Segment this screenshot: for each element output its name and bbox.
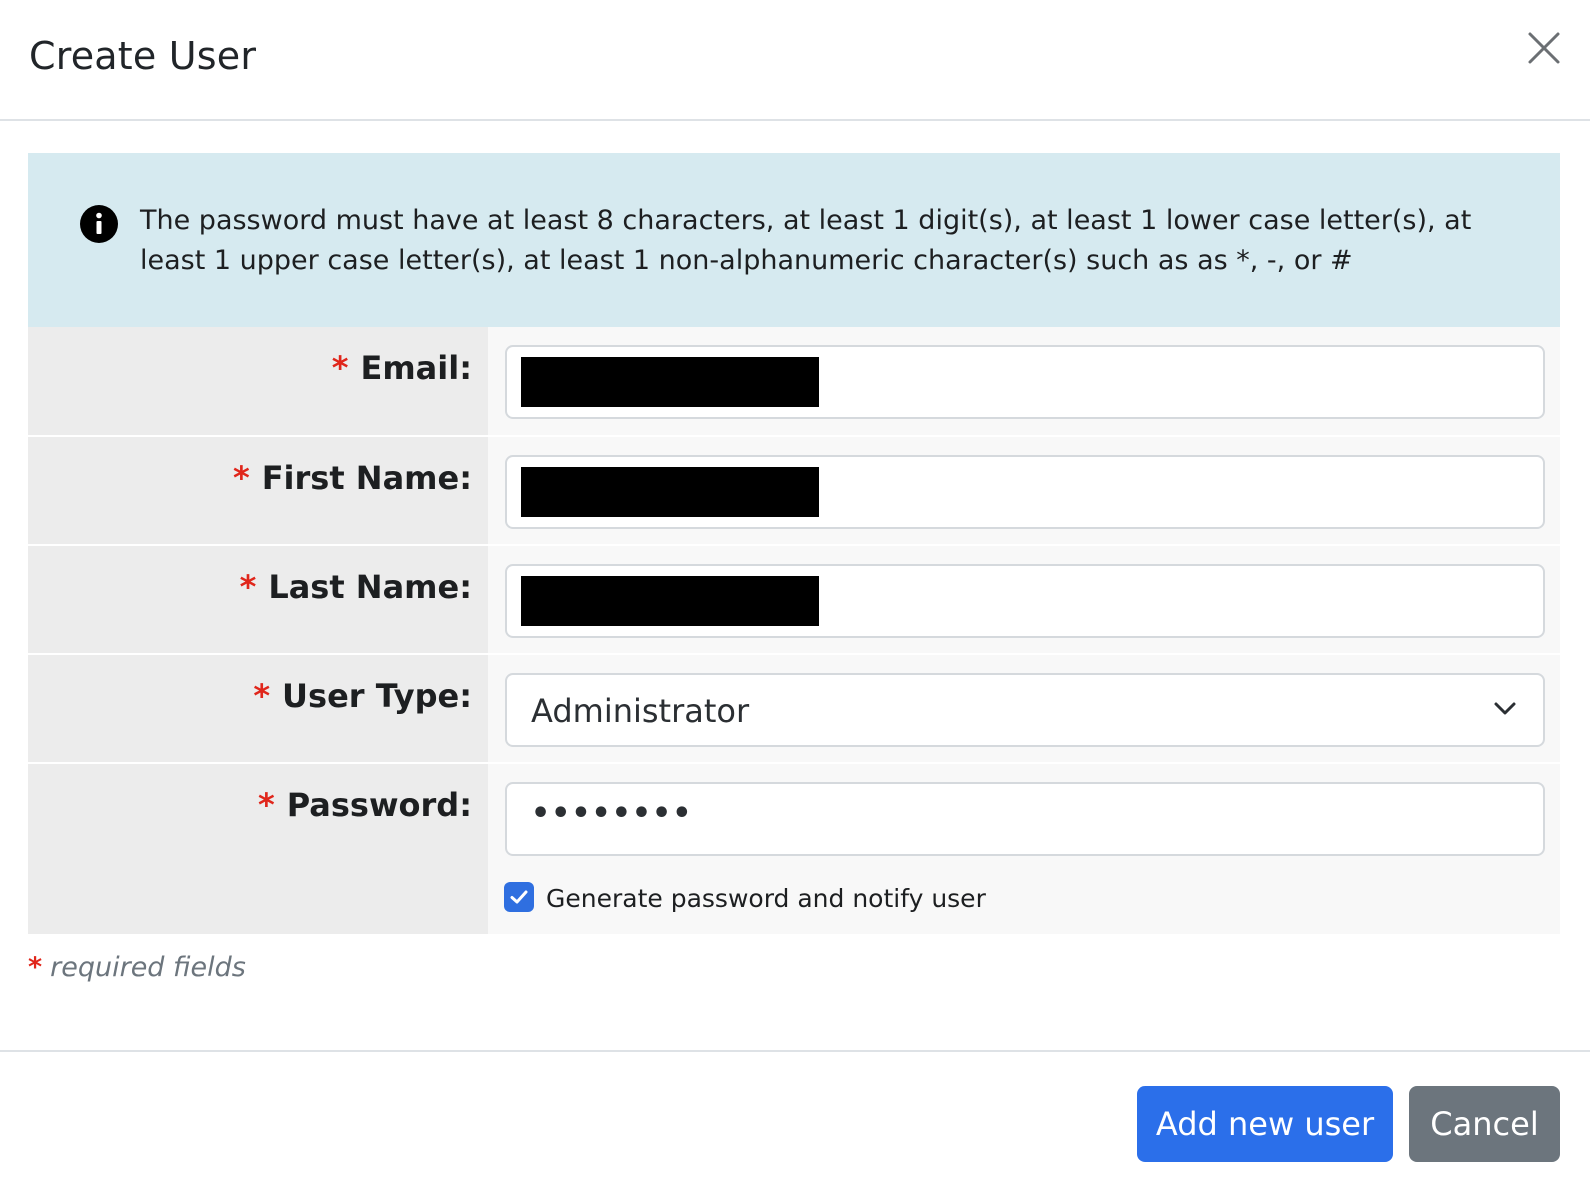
password-field-cell: •••••••• Generate password and notify us… <box>488 764 1560 934</box>
user-form: * Email: * First Name: * Last Name: * Us… <box>28 327 1560 934</box>
user-type-select[interactable]: Administrator <box>505 673 1545 747</box>
add-new-user-button[interactable]: Add new user <box>1137 1086 1393 1162</box>
password-rules-alert: The password must have at least 8 charac… <box>28 153 1560 327</box>
email-label-cell: * Email: <box>28 327 488 435</box>
last-name-label: * Last Name: <box>240 568 472 606</box>
checkmark-icon <box>510 890 528 904</box>
required-fields-note: * required fields <box>28 952 246 983</box>
user-type-field-cell: Administrator <box>488 655 1560 762</box>
last-name-label-text: Last Name: <box>268 568 472 606</box>
first-name-row: * First Name: <box>28 437 1560 546</box>
last-name-field-cell <box>488 546 1560 653</box>
email-field-cell <box>488 327 1560 435</box>
password-label-text: Password: <box>286 786 472 824</box>
first-name-label: * First Name: <box>233 459 472 497</box>
close-icon <box>1528 32 1560 64</box>
required-marker: * <box>232 459 250 497</box>
generate-password-label[interactable]: Generate password and notify user <box>546 884 986 913</box>
required-marker: * <box>239 568 257 606</box>
user-type-label-text: User Type: <box>282 677 472 715</box>
first-name-label-cell: * First Name: <box>28 437 488 544</box>
last-name-label-cell: * Last Name: <box>28 546 488 653</box>
user-type-label-cell: * User Type: <box>28 655 488 762</box>
last-name-row: * Last Name: <box>28 546 1560 655</box>
user-type-row: * User Type: Administrator <box>28 655 1560 764</box>
email-field[interactable] <box>505 345 1545 419</box>
required-marker: * <box>253 677 271 715</box>
required-marker: * <box>331 349 349 387</box>
email-label: * Email: <box>332 349 472 387</box>
password-label: * Password: <box>258 786 472 824</box>
required-fields-text: required fields <box>50 952 246 983</box>
info-icon <box>80 205 118 243</box>
password-value: •••••••• <box>531 796 693 831</box>
user-type-value: Administrator <box>531 692 750 730</box>
password-field[interactable]: •••••••• <box>505 782 1545 856</box>
modal-header: Create User <box>0 0 1590 121</box>
redacted-value <box>521 467 819 517</box>
redacted-value <box>521 576 819 626</box>
generate-password-checkbox[interactable] <box>504 882 534 912</box>
password-label-cell: * Password: <box>28 764 488 934</box>
modal-footer: Add new user Cancel <box>0 1050 1590 1180</box>
user-type-label: * User Type: <box>253 677 472 715</box>
required-marker: * <box>257 786 275 824</box>
redacted-value <box>521 357 819 407</box>
first-name-field-cell <box>488 437 1560 544</box>
email-label-text: Email: <box>360 349 472 387</box>
required-marker: * <box>28 952 43 983</box>
last-name-field[interactable] <box>505 564 1545 638</box>
password-row: * Password: •••••••• Generate password an… <box>28 764 1560 934</box>
chevron-down-icon <box>1494 702 1516 715</box>
first-name-field[interactable] <box>505 455 1545 529</box>
email-row: * Email: <box>28 327 1560 437</box>
alert-text: The password must have at least 8 charac… <box>140 205 1472 276</box>
close-button[interactable] <box>1526 30 1562 66</box>
cancel-button[interactable]: Cancel <box>1409 1086 1560 1162</box>
first-name-label-text: First Name: <box>261 459 472 497</box>
modal-title: Create User <box>29 34 257 78</box>
